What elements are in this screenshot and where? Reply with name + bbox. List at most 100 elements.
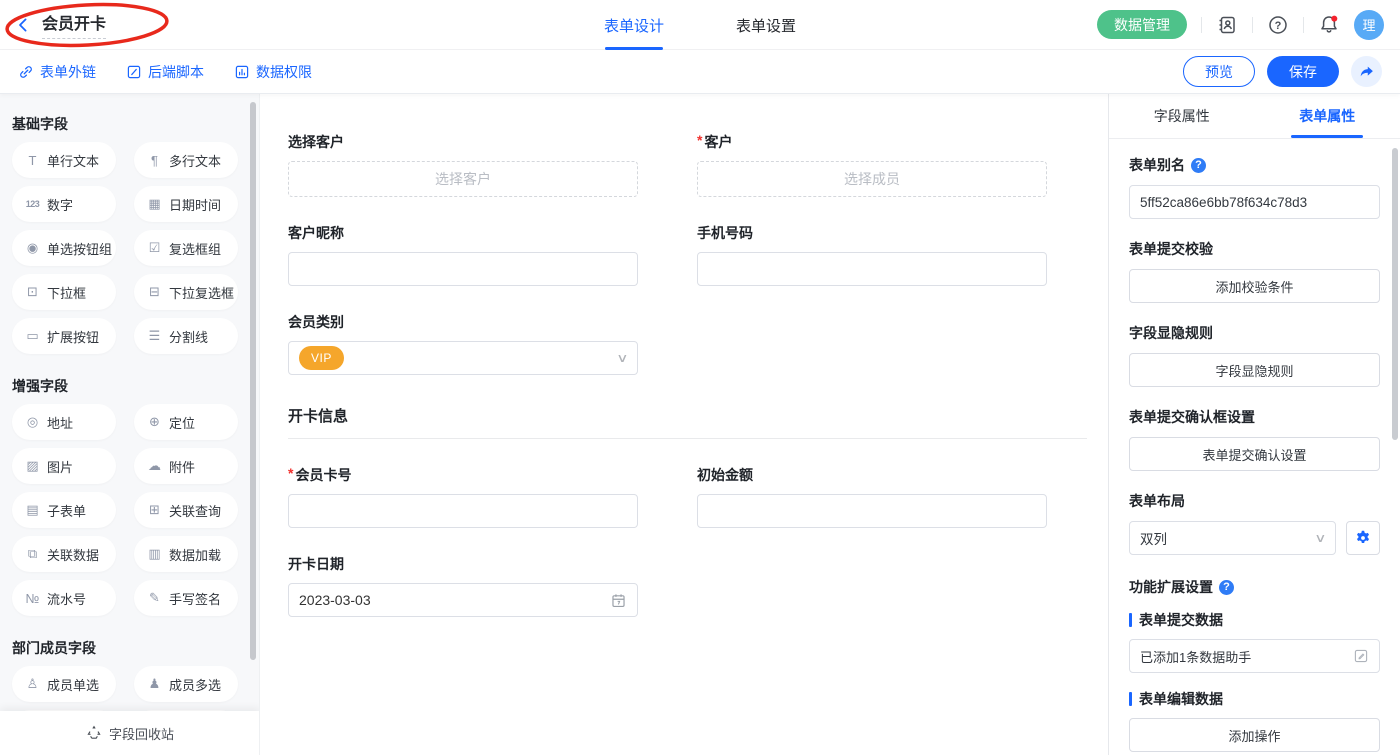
field-customer-nickname[interactable]: 客户昵称 — [288, 223, 638, 286]
radio-icon: ◉ — [25, 240, 40, 256]
link-icon-label: 表单外链 — [40, 62, 96, 82]
visibility-rules-button[interactable]: 字段显隐规则 — [1129, 353, 1380, 387]
save-button[interactable]: 保存 — [1267, 56, 1339, 87]
form-title[interactable]: 会员开卡 — [42, 10, 106, 39]
panel-scrollbar[interactable] — [1392, 148, 1398, 440]
backend-script-link[interactable]: 后端脚本 — [126, 62, 204, 82]
chevron-down-icon: ∨ — [616, 351, 628, 365]
calendar-icon — [610, 592, 627, 609]
form-external-link[interactable]: 表单外链 — [18, 62, 96, 82]
field-type-label: 下拉框 — [47, 283, 86, 302]
member-type-select[interactable]: VIP ∨ — [288, 341, 638, 375]
field-type-checkbox-group[interactable]: ☑复选框组 — [134, 230, 238, 266]
field-phone-number[interactable]: 手机号码 — [697, 223, 1047, 286]
sidebar-scrollbar[interactable] — [250, 102, 256, 660]
avatar[interactable]: 理 — [1354, 10, 1384, 40]
notification-bell-icon[interactable] — [1318, 14, 1340, 36]
initial-amount-input[interactable] — [697, 494, 1047, 528]
permission-icon-label: 数据权限 — [256, 62, 312, 82]
field-type-label: 成员多选 — [169, 675, 221, 694]
field-type-label: 下拉复选框 — [169, 283, 234, 302]
field-type-multi-line-text[interactable]: ¶多行文本 — [134, 142, 238, 178]
tab-form-settings[interactable]: 表单设置 — [736, 0, 796, 50]
field-type-divider[interactable]: ☰分割线 — [134, 318, 238, 354]
required-mark: * — [288, 465, 293, 481]
form-alias-input[interactable] — [1129, 185, 1380, 219]
data-assistant-box[interactable]: 已添加1条数据助手 — [1129, 639, 1380, 673]
data-manage-button[interactable]: 数据管理 — [1097, 10, 1187, 39]
field-type-location[interactable]: ⊕定位 — [134, 404, 238, 440]
field-type-related-data[interactable]: ⧉关联数据 — [12, 536, 116, 572]
field-type-serial-number[interactable]: №流水号 — [12, 580, 116, 616]
phone-input[interactable] — [697, 252, 1047, 286]
member-single-icon: ♙ — [25, 676, 40, 692]
header-tabs: 表单设计 表单设置 — [604, 0, 796, 50]
field-type-data-load[interactable]: ▥数据加载 — [134, 536, 238, 572]
layout-select[interactable]: 双列 ∨ — [1129, 521, 1336, 555]
tab-form-design[interactable]: 表单设计 — [604, 0, 664, 50]
field-type-image[interactable]: ▨图片 — [12, 448, 116, 484]
field-type-label: 手写签名 — [169, 589, 221, 608]
field-type-label: 数据加载 — [169, 545, 221, 564]
extension-settings-label: 功能扩展设置 — [1129, 577, 1213, 597]
share-button[interactable] — [1351, 56, 1382, 87]
tab-field-properties[interactable]: 字段属性 — [1109, 94, 1255, 138]
field-type-address[interactable]: ◎地址 — [12, 404, 116, 440]
nickname-input[interactable] — [288, 252, 638, 286]
help-icon[interactable]: ? — [1191, 158, 1206, 173]
section-marker — [1129, 613, 1132, 627]
separator — [1303, 17, 1304, 33]
contacts-icon[interactable] — [1216, 14, 1238, 36]
field-member-type[interactable]: 会员类别 VIP ∨ — [288, 312, 638, 375]
help-icon[interactable]: ? — [1219, 580, 1234, 595]
card-number-input[interactable] — [288, 494, 638, 528]
back-icon[interactable] — [16, 16, 34, 34]
field-type-signature[interactable]: ✎手写签名 — [134, 580, 238, 616]
visibility-rules-label: 字段显隐规则 — [1129, 323, 1380, 343]
field-type-radio-group[interactable]: ◉单选按钮组 — [12, 230, 116, 266]
submit-confirm-label: 表单提交确认框设置 — [1129, 407, 1380, 427]
preview-button[interactable]: 预览 — [1183, 56, 1255, 87]
gear-icon — [1354, 529, 1372, 547]
add-operation-button[interactable]: 添加操作 — [1129, 718, 1380, 752]
form-canvas: 选择客户 选择客户 *客户 选择成员 客户昵称 手机号码 — [260, 94, 1108, 755]
data-permission-link[interactable]: 数据权限 — [234, 62, 312, 82]
single-line-text-icon: T — [25, 153, 40, 168]
layout-settings-button[interactable] — [1346, 521, 1380, 555]
divider-icon: ☰ — [147, 328, 162, 344]
field-type-label: 地址 — [47, 413, 73, 432]
select-member-picker[interactable]: 选择成员 — [697, 161, 1047, 197]
field-type-related-query[interactable]: ⊞关联查询 — [134, 492, 238, 528]
help-icon[interactable]: ? — [1267, 14, 1289, 36]
open-date-input[interactable]: 2023-03-03 — [288, 583, 638, 617]
submit-confirm-button[interactable]: 表单提交确认设置 — [1129, 437, 1380, 471]
field-type-member-single-select[interactable]: ♙成员单选 — [12, 666, 116, 702]
field-type-multi-dropdown[interactable]: ⊟下拉复选框 — [134, 274, 238, 310]
field-recycle-bin[interactable]: 字段回收站 — [0, 711, 260, 755]
field-initial-amount[interactable]: 初始金额 — [697, 465, 1047, 528]
field-type-label: 关联查询 — [169, 501, 221, 520]
field-card-number[interactable]: *会员卡号 — [288, 465, 638, 528]
field-open-date[interactable]: 开卡日期 2023-03-03 — [288, 554, 638, 617]
tab-form-properties[interactable]: 表单属性 — [1255, 94, 1400, 138]
field-type-member-multi-select[interactable]: ♟成员多选 — [134, 666, 238, 702]
field-label: 客户 — [704, 132, 732, 152]
vip-tag: VIP — [299, 346, 344, 370]
script-icon-label: 后端脚本 — [148, 62, 204, 82]
field-type-single-line-text[interactable]: T单行文本 — [12, 142, 116, 178]
section-card-info[interactable]: 开卡信息 — [288, 405, 1087, 439]
field-label: 开卡日期 — [288, 554, 344, 574]
dropdown-icon: ⊡ — [25, 284, 40, 300]
field-type-extend-button[interactable]: ▭扩展按钮 — [12, 318, 116, 354]
field-type-dropdown[interactable]: ⊡ 下拉框 — [12, 274, 116, 310]
add-validation-button[interactable]: 添加校验条件 — [1129, 269, 1380, 303]
field-type-attachment[interactable]: ☁附件 — [134, 448, 238, 484]
field-select-customer[interactable]: 选择客户 选择客户 — [288, 132, 638, 197]
select-customer-picker[interactable]: 选择客户 — [288, 161, 638, 197]
field-type-label: 关联数据 — [47, 545, 99, 564]
edit-pencil-icon[interactable] — [1353, 648, 1369, 664]
field-type-datetime[interactable]: ▦日期时间 — [134, 186, 238, 222]
field-customer[interactable]: *客户 选择成员 — [697, 132, 1047, 197]
field-type-number[interactable]: 123数字 — [12, 186, 116, 222]
field-type-subform[interactable]: ▤子表单 — [12, 492, 116, 528]
